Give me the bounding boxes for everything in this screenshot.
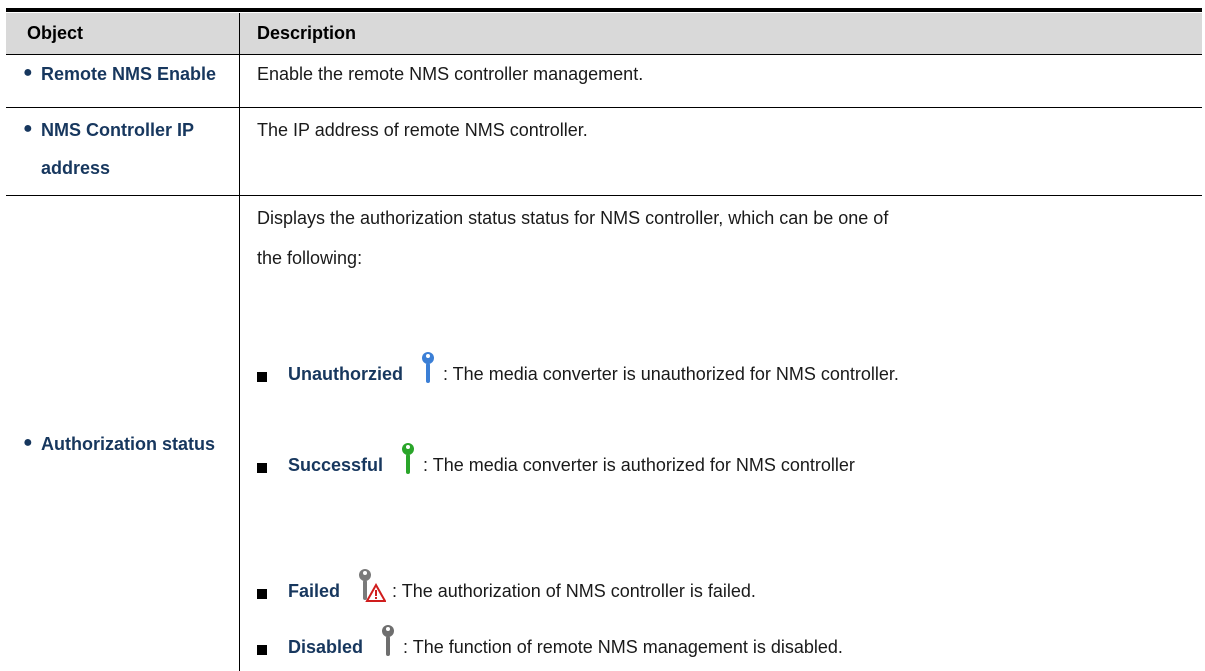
status-item-disabled: Disabled: The function of remote NMS man…	[288, 624, 843, 658]
key-blue-icon	[419, 351, 437, 385]
status-item-unauthorized: Unauthorzied: The media converter is una…	[288, 351, 899, 385]
key-gray-icon	[379, 624, 397, 658]
list-bullet-square	[257, 463, 267, 473]
table-row-description: Enable the remote NMS controller managem…	[257, 64, 644, 84]
table-header: Object Description	[6, 13, 1202, 55]
row-divider	[6, 195, 1202, 196]
key-green-icon	[399, 442, 417, 476]
header-object: Object	[27, 23, 84, 43]
bullet-icon: ●	[23, 120, 33, 137]
table-top-rule	[6, 8, 1202, 12]
header-description: Description	[257, 23, 357, 43]
key-failed-warning-icon	[356, 568, 387, 602]
list-bullet-square	[257, 645, 267, 655]
table-row-description-cont: the following:	[257, 248, 363, 268]
list-bullet-square	[257, 372, 267, 382]
status-item-successful: Successful: The media converter is autho…	[288, 442, 855, 476]
status-item-failed: Failed: The authorization of NMS control…	[288, 568, 756, 602]
column-divider	[239, 13, 240, 671]
bullet-icon: ●	[23, 434, 33, 451]
table-row-description: The IP address of remote NMS controller.	[257, 120, 588, 140]
table-row-description: Displays the authorization status status…	[257, 208, 889, 228]
list-bullet-square	[257, 589, 267, 599]
row-divider	[6, 107, 1202, 108]
bullet-icon: ●	[23, 64, 33, 81]
description-table: Object Description ● Remote NMS Enable E…	[6, 8, 1202, 671]
